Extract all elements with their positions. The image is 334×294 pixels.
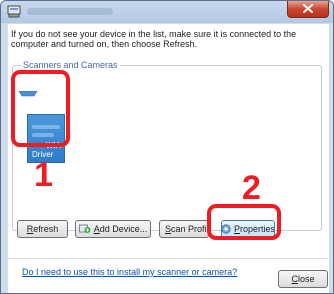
window-title-redacted xyxy=(27,8,113,15)
add-device-button[interactable]: Add Device... xyxy=(75,220,151,238)
dialog-content: If you do not see your device in the lis… xyxy=(8,24,329,293)
close-button[interactable]: Close xyxy=(278,270,328,288)
add-label: dd Device... xyxy=(99,224,148,234)
callout-number-2: 2 xyxy=(242,169,261,207)
callout-box-device xyxy=(11,70,70,147)
footer-divider xyxy=(8,258,329,259)
close-label: lose xyxy=(297,274,315,284)
instructions-text: If you do not see your device in the lis… xyxy=(11,29,297,49)
help-link[interactable]: Do I need to use this to install my scan… xyxy=(22,267,237,277)
callout-number-1: 1 xyxy=(34,156,53,194)
callout-box-properties xyxy=(207,204,281,240)
refresh-label: efresh xyxy=(33,224,59,234)
scanner-app-icon xyxy=(7,5,21,18)
add-device-icon xyxy=(78,224,91,234)
scan-profiles-dialog: If you do not see your device in the lis… xyxy=(0,0,334,294)
title-bar xyxy=(1,1,333,23)
refresh-button[interactable]: Refresh xyxy=(17,220,68,238)
scan-profiles-button[interactable]: Scan Profile xyxy=(159,220,209,238)
close-icon xyxy=(303,3,313,15)
scan-label: can Profile xyxy=(171,224,209,234)
close-window-button[interactable] xyxy=(287,1,329,18)
